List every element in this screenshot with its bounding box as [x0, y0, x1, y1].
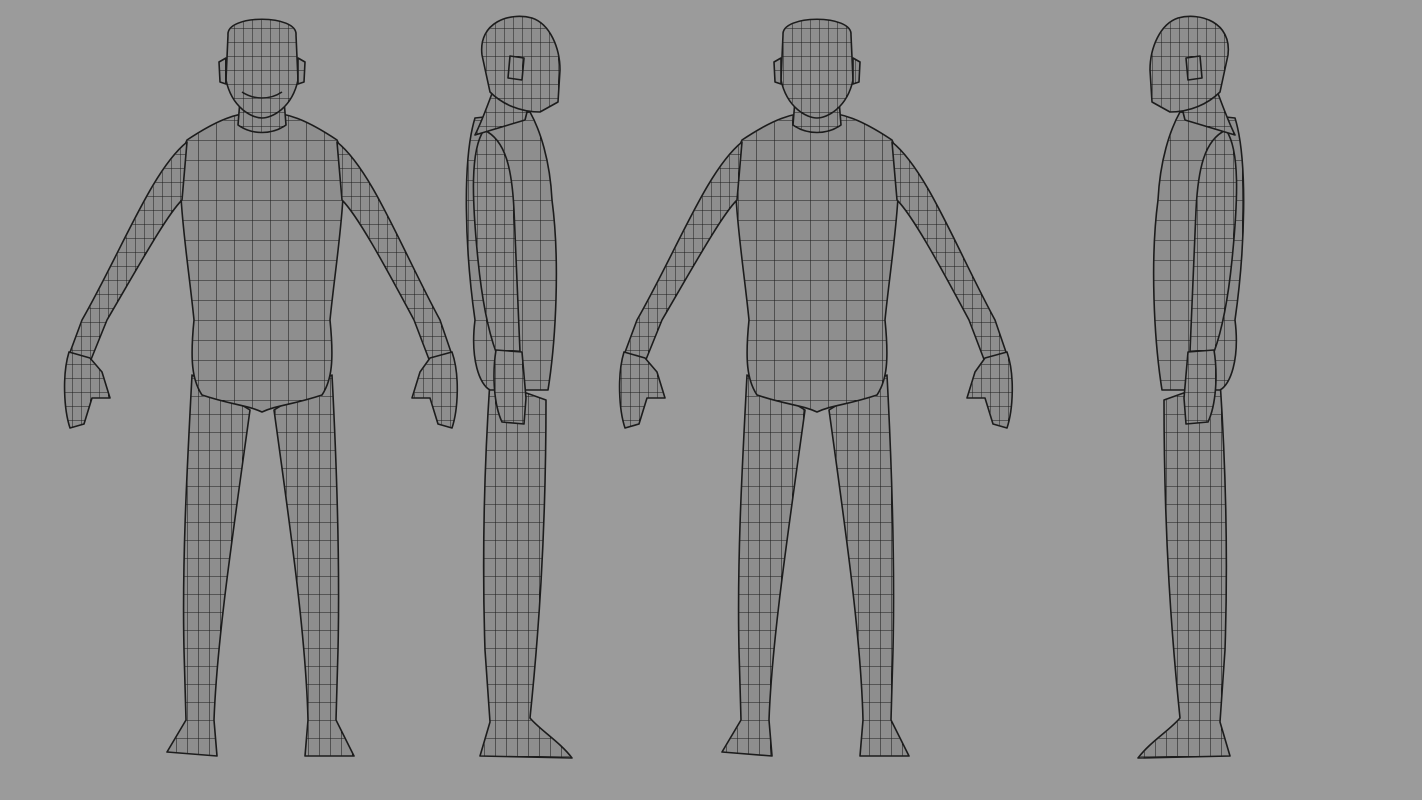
right-arm	[336, 141, 453, 363]
left-leg	[721, 374, 806, 757]
left-arm	[68, 141, 188, 363]
left-arm	[623, 141, 743, 363]
torso	[179, 111, 345, 413]
head	[225, 18, 299, 119]
right-arm	[891, 141, 1008, 363]
right-ear	[852, 57, 861, 85]
left-ear	[773, 57, 782, 85]
left-ear	[218, 57, 227, 85]
ear	[507, 55, 525, 81]
right-hand	[411, 351, 459, 429]
leg	[1137, 379, 1231, 759]
hand	[493, 349, 527, 425]
head	[780, 18, 854, 119]
torso	[734, 111, 900, 413]
leg	[479, 379, 573, 759]
ear	[1185, 55, 1203, 81]
left-leg	[166, 374, 251, 757]
left-hand	[618, 351, 666, 429]
back-view	[618, 18, 1014, 757]
hand	[1183, 349, 1217, 425]
left-hand	[63, 351, 111, 429]
model-sheet	[0, 0, 1422, 800]
right-ear	[297, 57, 306, 85]
right-leg	[828, 374, 910, 757]
front-view	[63, 18, 459, 757]
figure-canvas	[63, 15, 1245, 759]
right-leg	[273, 374, 355, 757]
right-hand	[966, 351, 1014, 429]
side-view-right	[465, 15, 573, 759]
side-view-left	[1137, 15, 1245, 759]
